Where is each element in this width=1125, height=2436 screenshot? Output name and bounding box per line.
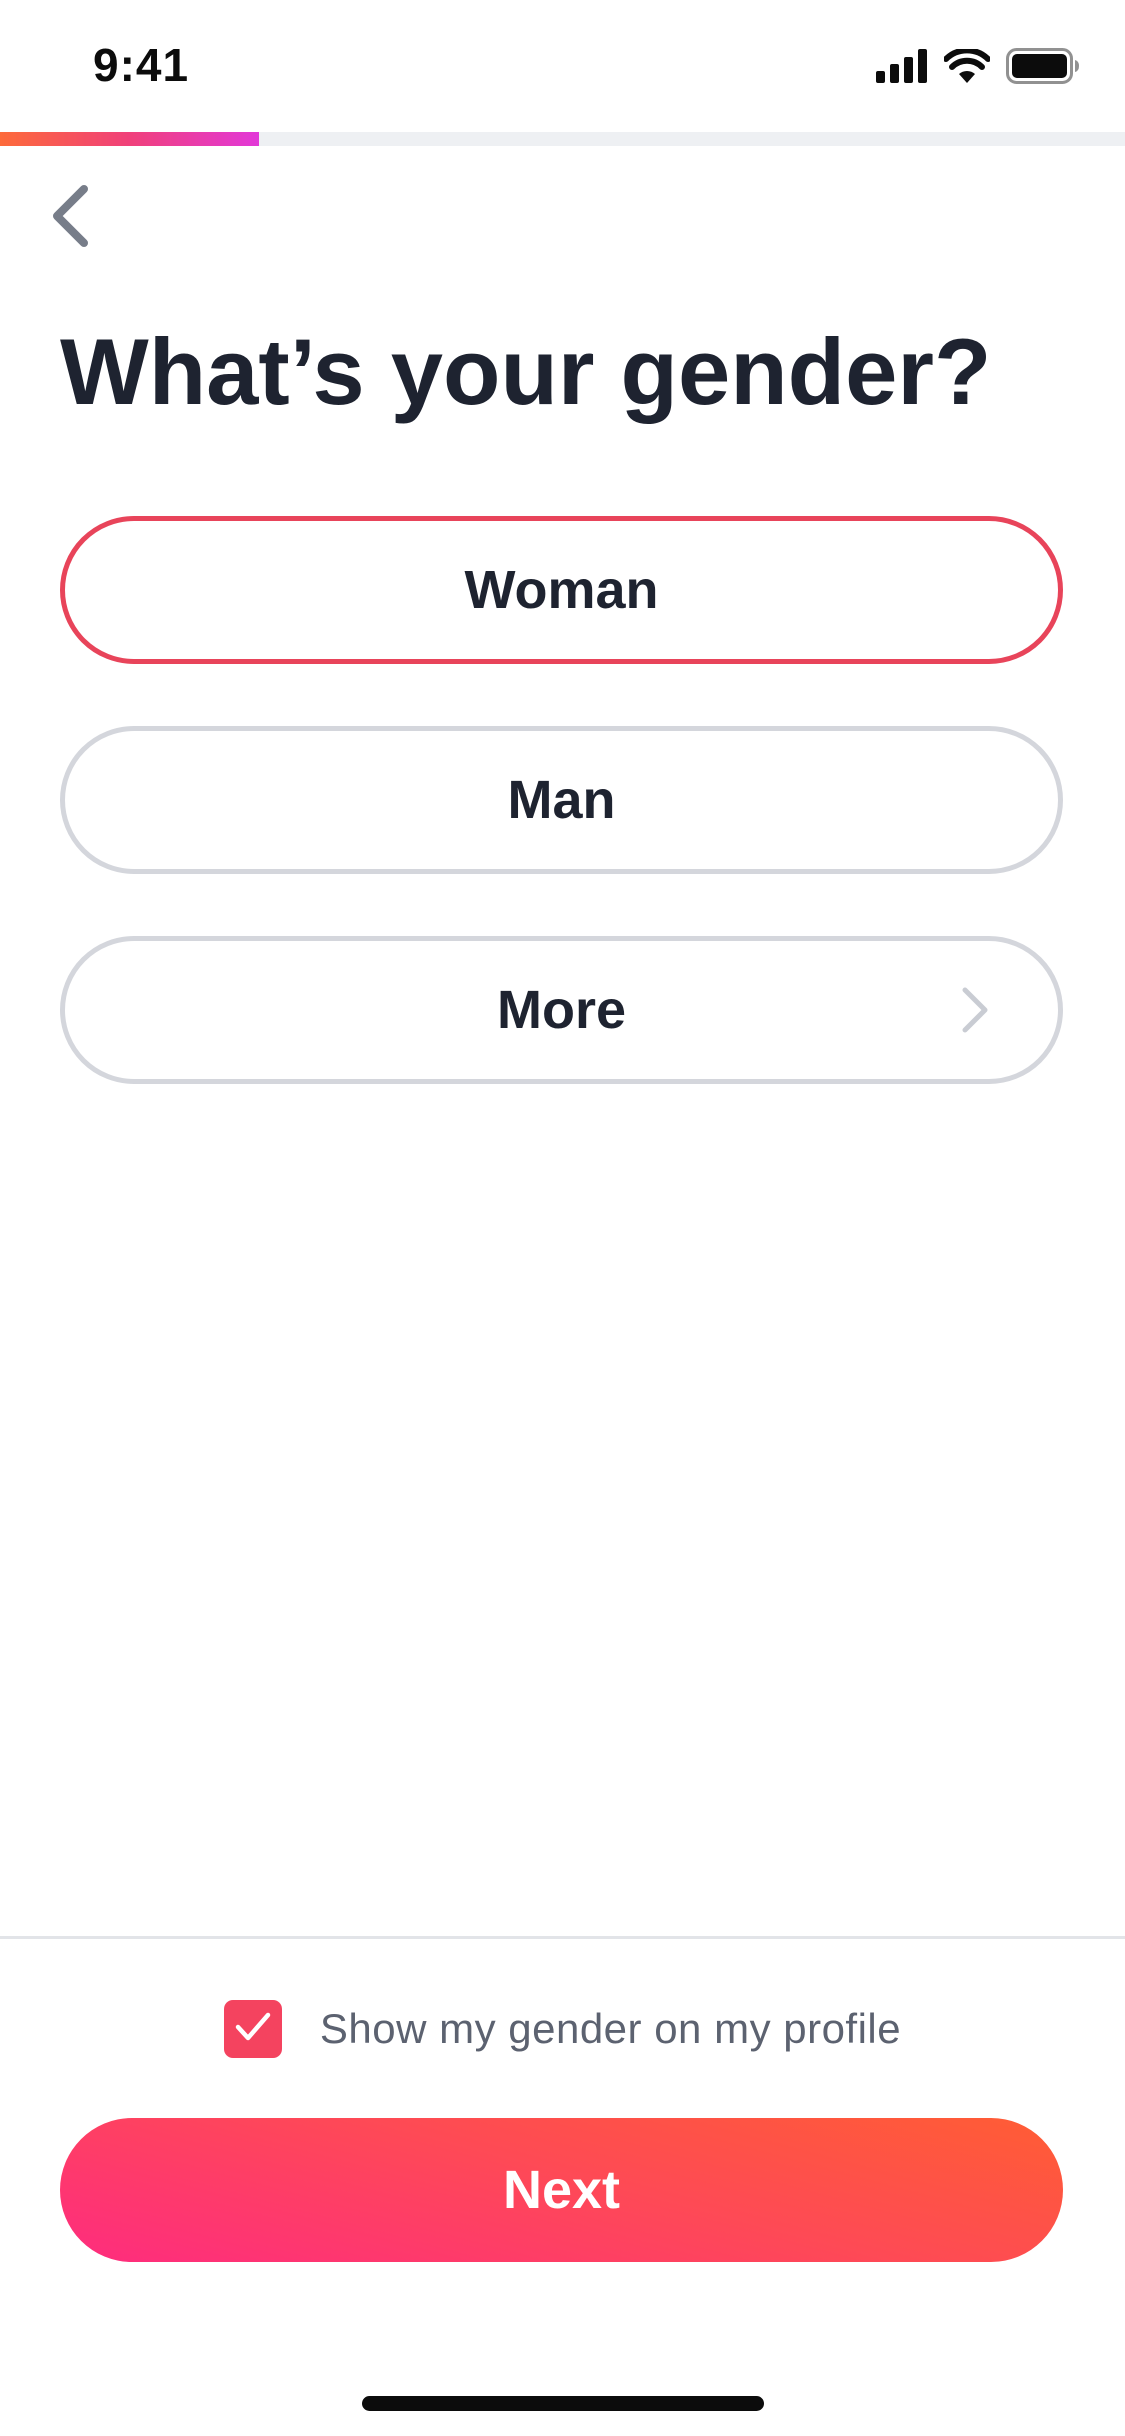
progress-bar xyxy=(0,132,1125,146)
home-indicator xyxy=(362,2396,764,2411)
progress-bar-fill xyxy=(0,132,259,146)
next-button-label: Next xyxy=(502,2160,621,2220)
option-woman-button[interactable]: Woman xyxy=(60,516,1063,664)
status-time: 9:41 xyxy=(93,39,190,91)
show-gender-checkbox[interactable] xyxy=(223,2000,282,2058)
option-label: Woman xyxy=(464,560,659,620)
chevron-left-icon xyxy=(48,183,92,254)
option-label: Man xyxy=(507,770,616,830)
status-icons xyxy=(876,47,1080,89)
chevron-right-icon xyxy=(960,986,990,1034)
option-man-button[interactable]: Man xyxy=(60,726,1063,874)
checkmark-icon xyxy=(235,2012,271,2047)
option-label: More xyxy=(496,980,626,1040)
wifi-icon xyxy=(943,47,991,88)
option-more-button[interactable]: More xyxy=(60,936,1063,1084)
cellular-signal-icon xyxy=(876,49,928,88)
status-bar: 9:41 xyxy=(0,0,1125,132)
show-gender-row: Show my gender on my profile xyxy=(0,1998,1125,2060)
footer-divider xyxy=(0,1936,1125,1939)
page-title: What’s your gender? xyxy=(60,319,992,424)
back-button[interactable] xyxy=(40,178,100,258)
next-button[interactable]: Next xyxy=(60,2118,1063,2262)
show-gender-label: Show my gender on my profile xyxy=(319,2005,902,2052)
battery-icon xyxy=(1006,48,1080,89)
